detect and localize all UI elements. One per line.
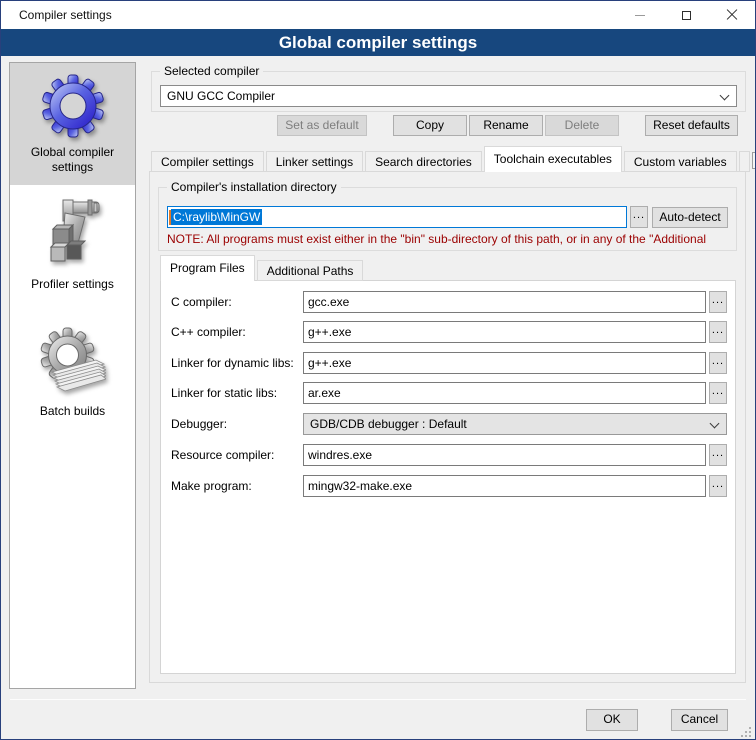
installation-directory-legend: Compiler's installation directory (167, 180, 341, 194)
window-title: Compiler settings (1, 8, 617, 22)
rename-button[interactable]: Rename (469, 115, 543, 136)
cpp-compiler-input[interactable] (303, 321, 706, 343)
tab-search-directories[interactable]: Search directories (365, 151, 482, 172)
field-label: Linker for dynamic libs: (171, 356, 303, 370)
tab-additional-paths[interactable]: Additional Paths (257, 260, 364, 281)
maximize-button[interactable] (663, 1, 709, 29)
tab-toolchain-executables[interactable]: Toolchain executables (484, 146, 622, 172)
debugger-select[interactable]: GDB/CDB debugger : Default (303, 413, 727, 435)
field-label: Linker for static libs: (171, 386, 303, 400)
field-label: Resource compiler: (171, 448, 303, 462)
tab-linker-settings[interactable]: Linker settings (266, 151, 363, 172)
maximize-icon (682, 11, 691, 20)
static-linker-input[interactable] (303, 382, 706, 404)
field-label: C compiler: (171, 295, 303, 309)
installation-directory-group: Compiler's installation directory C:\ray… (158, 187, 737, 251)
browse-c-compiler-button[interactable]: ... (709, 291, 727, 313)
sidebar-item-profiler-settings[interactable]: Profiler settings (10, 187, 135, 302)
tab-custom-variables[interactable]: Custom variables (624, 151, 737, 172)
field-row-resource-compiler: Resource compiler: ... (171, 444, 727, 466)
program-files-panel: C compiler: ... C++ compiler: ... Linker… (160, 280, 736, 674)
field-label: Make program: (171, 479, 303, 493)
close-button[interactable] (709, 1, 755, 29)
selected-compiler-group: Selected compiler GNU GCC Compiler (151, 71, 746, 112)
program-files-tab-strip: Program Files Additional Paths (160, 258, 735, 281)
installation-directory-value: C:\raylib\MinGW (171, 209, 262, 225)
title-bar[interactable]: Compiler settings (1, 1, 755, 29)
browse-make-program-button[interactable]: ... (709, 475, 727, 497)
blue-gear-icon (10, 72, 135, 140)
debugger-select-value: GDB/CDB debugger : Default (310, 417, 467, 431)
installation-directory-input[interactable]: C:\raylib\MinGW (167, 206, 627, 228)
browse-dynamic-linker-button[interactable]: ... (709, 352, 727, 374)
footer-divider (10, 699, 746, 700)
browse-directory-button[interactable]: ... (630, 206, 648, 228)
toolchain-executables-panel: Compiler's installation directory C:\ray… (149, 171, 746, 683)
close-icon (726, 9, 738, 21)
settings-tab-strip: Compiler settings Linker settings Search… (151, 149, 746, 172)
compiler-action-buttons: Set as default Copy Rename Delete Reset … (151, 115, 746, 136)
tab-build-options[interactable]: Build o (739, 151, 750, 172)
sidebar-item-label: Batch builds (10, 404, 135, 429)
resource-compiler-input[interactable] (303, 444, 706, 466)
delete-button[interactable]: Delete (545, 115, 619, 136)
field-label: C++ compiler: (171, 325, 303, 339)
resize-grip[interactable] (739, 725, 751, 737)
tab-scroll-left-button[interactable] (752, 152, 756, 169)
minimize-icon (635, 15, 645, 16)
field-row-c-compiler: C compiler: ... (171, 291, 727, 313)
field-row-dynamic-linker: Linker for dynamic libs: ... (171, 352, 727, 374)
browse-cpp-compiler-button[interactable]: ... (709, 321, 727, 343)
tab-program-files[interactable]: Program Files (160, 255, 255, 281)
dynamic-linker-input[interactable] (303, 352, 706, 374)
cancel-button[interactable]: Cancel (671, 709, 728, 731)
caliper-icon (10, 196, 135, 272)
set-as-default-button[interactable]: Set as default (277, 115, 367, 136)
make-program-input[interactable] (303, 475, 706, 497)
minimize-button[interactable] (617, 1, 663, 29)
sidebar-item-batch-builds[interactable]: Batch builds (10, 316, 135, 429)
browse-static-linker-button[interactable]: ... (709, 382, 727, 404)
settings-category-list: Global compiler settings (9, 62, 136, 689)
compiler-settings-dialog: Compiler settings Global compiler settin… (0, 0, 756, 740)
field-row-static-linker: Linker for static libs: ... (171, 382, 727, 404)
chevron-down-icon (710, 419, 720, 429)
reset-defaults-button[interactable]: Reset defaults (645, 115, 738, 136)
copy-button[interactable]: Copy (393, 115, 467, 136)
dialog-banner-title: Global compiler settings (1, 29, 755, 56)
ok-button[interactable]: OK (586, 709, 638, 731)
field-label: Debugger: (171, 417, 303, 431)
tab-compiler-settings[interactable]: Compiler settings (151, 151, 264, 172)
bin-subdirectory-note: NOTE: All programs must exist either in … (167, 232, 734, 246)
browse-resource-compiler-button[interactable]: ... (709, 444, 727, 466)
auto-detect-button[interactable]: Auto-detect (652, 207, 728, 228)
field-row-make-program: Make program: ... (171, 475, 727, 497)
compiler-select[interactable]: GNU GCC Compiler (160, 85, 737, 107)
sidebar-item-label: Global compiler settings (10, 145, 135, 185)
selected-compiler-legend: Selected compiler (160, 64, 263, 78)
chevron-down-icon (720, 91, 730, 101)
dialog-body: Global compiler settings (1, 56, 755, 739)
gear-stack-icon (10, 325, 135, 399)
field-row-cpp-compiler: C++ compiler: ... (171, 321, 727, 343)
sidebar-item-global-compiler-settings[interactable]: Global compiler settings (10, 63, 135, 185)
sidebar-item-label: Profiler settings (10, 277, 135, 302)
field-row-debugger: Debugger: GDB/CDB debugger : Default (171, 413, 727, 435)
c-compiler-input[interactable] (303, 291, 706, 313)
compiler-select-value: GNU GCC Compiler (167, 89, 275, 103)
